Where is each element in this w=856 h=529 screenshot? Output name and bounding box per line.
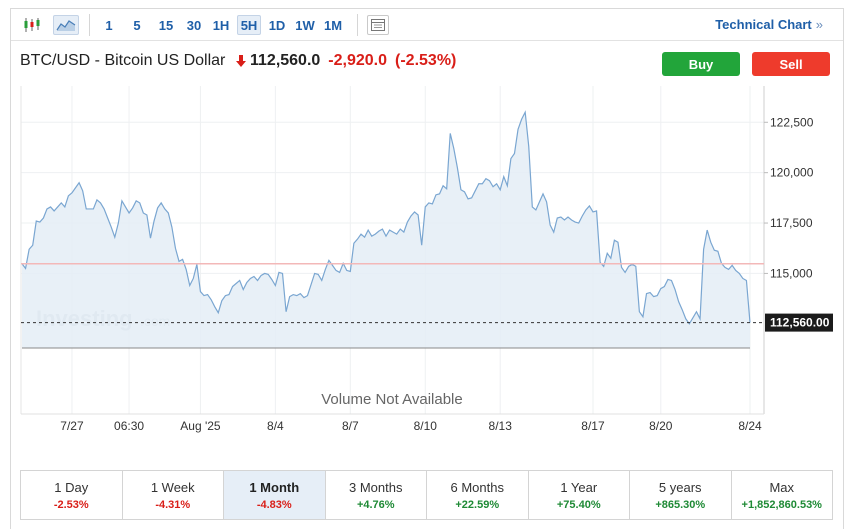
volume-unavailable-text: Volume Not Available xyxy=(321,391,462,408)
period-change: +75.40% xyxy=(556,498,601,511)
price-block: 112,560.0 -2,920.0 (-2.53%) xyxy=(236,52,456,70)
period-label: 3 Months xyxy=(349,479,403,495)
period-label: Max xyxy=(769,479,795,495)
instrument-title: BTC/USD - Bitcoin US Dollar xyxy=(20,52,226,69)
period-change: -4.83% xyxy=(256,498,292,511)
chart-toolbar: 1 5 15 30 1H 5H 1D 1W 1M Technical Chart… xyxy=(11,9,843,41)
chart-settings-icon[interactable] xyxy=(367,15,389,35)
x-tick-label: 8/10 xyxy=(414,419,438,433)
arrow-down-icon xyxy=(236,55,246,67)
timeframe-1[interactable]: 1 xyxy=(101,15,117,35)
period-change: +4.76% xyxy=(356,498,395,511)
y-tick-label: 115,000 xyxy=(770,266,813,280)
y-tick-label: 122,500 xyxy=(770,115,814,129)
x-tick-label: Aug '25 xyxy=(180,419,221,433)
x-tick-label: 8/4 xyxy=(267,419,284,433)
period-max[interactable]: Max +1,852,860.53% xyxy=(732,471,833,519)
price-change-percent: (-2.53%) xyxy=(395,52,457,69)
period-selector: 1 Day -2.53% 1 Week -4.31% 1 Month -4.83% 3 Mo… xyxy=(20,470,833,520)
timeframe-15[interactable]: 15 xyxy=(155,15,177,35)
period-change: +1,852,860.53% xyxy=(741,498,822,511)
x-tick-label: 06:30 xyxy=(114,419,144,433)
period-1-day[interactable]: 1 Day -2.53% xyxy=(21,471,123,519)
technical-chart-label: Technical Chart xyxy=(715,17,812,32)
technical-chart-link[interactable]: Technical Chart» xyxy=(715,17,823,32)
period-1-week[interactable]: 1 Week -4.31% xyxy=(123,471,224,519)
period-change: -2.53% xyxy=(53,498,89,511)
timeframe-5h[interactable]: 5H xyxy=(237,15,261,35)
candlestick-icon[interactable] xyxy=(21,15,43,35)
price-chart: Investing.com122,500120,000117,500115,00… xyxy=(20,86,833,433)
x-tick-label: 8/17 xyxy=(581,419,605,433)
period-1-year[interactable]: 1 Year +75.40% xyxy=(529,471,630,519)
price-area-fill xyxy=(22,112,750,348)
buy-button[interactable]: Buy xyxy=(662,52,740,76)
period-change: +865.30% xyxy=(655,498,706,511)
price-change: -2,920.0 xyxy=(328,52,388,69)
timeframe-5[interactable]: 5 xyxy=(129,15,145,35)
timeframe-1m[interactable]: 1M xyxy=(321,15,345,35)
timeframe-1h[interactable]: 1H xyxy=(210,15,232,35)
timeframe-1d[interactable]: 1D xyxy=(266,15,288,35)
toolbar-divider xyxy=(89,14,90,36)
period-label: 1 Week xyxy=(150,479,195,495)
y-tick-label: 117,500 xyxy=(770,216,813,230)
timeframe-1w[interactable]: 1W xyxy=(293,15,317,35)
x-tick-label: 8/7 xyxy=(342,419,359,433)
period-label: 5 years xyxy=(658,479,702,495)
y-tick-label: 120,000 xyxy=(770,166,814,180)
x-tick-label: 8/24 xyxy=(738,419,762,433)
x-tick-label: 8/20 xyxy=(649,419,673,433)
x-tick-label: 8/13 xyxy=(489,419,513,433)
period-change: +22.59% xyxy=(455,498,500,511)
period-change: -4.31% xyxy=(155,498,191,511)
x-tick-label: 7/27 xyxy=(60,419,84,433)
chevron-right-icon: » xyxy=(815,17,823,32)
period-3-months[interactable]: 3 Months +4.76% xyxy=(326,471,427,519)
period-1-month[interactable]: 1 Month -4.83% xyxy=(224,471,326,519)
period-6-months[interactable]: 6 Months +22.59% xyxy=(427,471,529,519)
period-label: 6 Months xyxy=(450,479,504,495)
last-price: 112,560.0 xyxy=(250,52,321,69)
sell-button[interactable]: Sell xyxy=(752,52,830,76)
toolbar-divider xyxy=(357,14,358,36)
period-label: 1 Day xyxy=(54,479,89,495)
timeframe-30[interactable]: 30 xyxy=(183,15,205,35)
period-5-years[interactable]: 5 years +865.30% xyxy=(630,471,732,519)
area-chart-icon[interactable] xyxy=(53,15,79,35)
period-label: 1 Year xyxy=(560,479,598,495)
period-label: 1 Month xyxy=(249,479,300,495)
last-price-label: 112,560.00 xyxy=(770,316,830,330)
